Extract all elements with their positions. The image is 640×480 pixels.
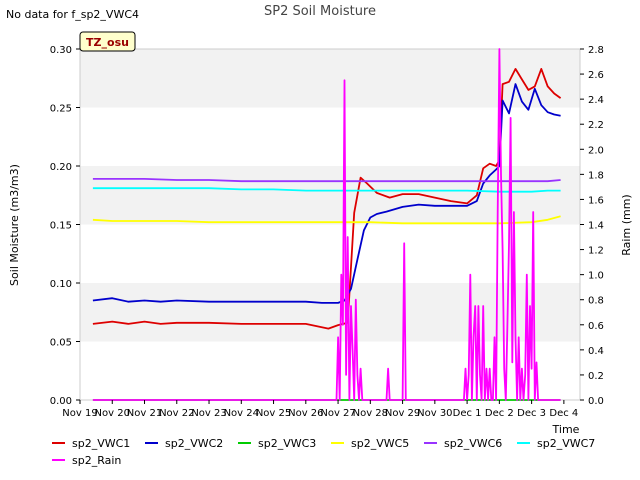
x-axis-label: Time xyxy=(552,423,580,436)
y2-tick-label: 2.6 xyxy=(588,70,604,81)
no-data-note: No data for f_sp2_VWC4 xyxy=(6,8,139,21)
y2-tick-label: 1.6 xyxy=(588,195,604,206)
x-tick-label: Nov 30 xyxy=(417,408,452,419)
y2-tick-label: 1.2 xyxy=(588,246,604,257)
y2-tick-label: 2.8 xyxy=(588,45,604,56)
plot-bands xyxy=(80,49,580,342)
legend-label: sp2_VWC5 xyxy=(351,437,409,450)
x-tick-label: Nov 29 xyxy=(385,408,420,419)
y-tick-label: 0.30 xyxy=(50,45,72,56)
y2-tick-label: 2.0 xyxy=(588,145,604,156)
timezone-badge: TZ_osu xyxy=(79,31,136,52)
soil-moisture-chart: 0.00 0.05 0.10 0.15 0.20 0.25 0.30 0.0 0.2 0.4 0.… xyxy=(0,0,640,480)
y-tick-label: 0.25 xyxy=(50,104,72,115)
y2-tick-label: 2.4 xyxy=(588,95,604,106)
x-tick-label: Nov 27 xyxy=(320,408,355,419)
x-tick-label: Nov 24 xyxy=(224,408,259,419)
x-tick-label: Dec 3 xyxy=(517,408,546,419)
y2-tick-label: 0.0 xyxy=(588,396,604,407)
y-tick-label: 0.00 xyxy=(50,396,72,407)
y-tick-label: 0.10 xyxy=(50,279,72,290)
x-tick-label: Nov 22 xyxy=(159,408,194,419)
x-tick-label: Nov 28 xyxy=(353,408,388,419)
background-band xyxy=(80,166,580,225)
y2-tick-label: 1.4 xyxy=(588,221,604,232)
legend-label: sp2_VWC7 xyxy=(537,437,595,450)
legend-label: sp2_Rain xyxy=(72,454,121,467)
x-tick-label: Dec 2 xyxy=(485,408,514,419)
y2-tick-label: 2.2 xyxy=(588,120,604,131)
x-tick-label: Nov 23 xyxy=(191,408,226,419)
legend-label: sp2_VWC1 xyxy=(72,437,130,450)
y-tick-label: 0.05 xyxy=(50,338,72,349)
background-band xyxy=(80,283,580,342)
x-tick-label: Nov 19 xyxy=(62,408,97,419)
timezone-badge-text: TZ_osu xyxy=(86,36,129,49)
y2-tick-label: 1.8 xyxy=(588,170,604,181)
y2-tick-label: 0.6 xyxy=(588,321,604,332)
x-tick-label: Dec 1 xyxy=(453,408,482,419)
legend-label: sp2_VWC2 xyxy=(165,437,223,450)
x-tick-label: Nov 21 xyxy=(127,408,162,419)
legend-label: sp2_VWC3 xyxy=(258,437,316,450)
x-tick-label: Nov 26 xyxy=(288,408,323,419)
y-tick-label: 0.20 xyxy=(50,162,72,173)
y-tick-label: 0.15 xyxy=(50,221,72,232)
y2-axis-label: Raim (mm) xyxy=(620,194,633,255)
y-axis-label: Soil Moisture (m3/m3) xyxy=(8,164,21,286)
background-band xyxy=(80,49,580,108)
x-tick-label: Nov 25 xyxy=(256,408,291,419)
legend-label: sp2_VWC6 xyxy=(444,437,502,450)
chart-title: SP2 Soil Moisture xyxy=(264,4,376,19)
y2-tick-label: 0.4 xyxy=(588,346,604,357)
y2-tick-label: 0.2 xyxy=(588,371,604,382)
x-tick-label: Nov 20 xyxy=(95,408,130,419)
y2-tick-label: 0.8 xyxy=(588,296,604,307)
x-tick-label: Dec 4 xyxy=(549,408,578,419)
y2-tick-label: 1.0 xyxy=(588,271,604,282)
